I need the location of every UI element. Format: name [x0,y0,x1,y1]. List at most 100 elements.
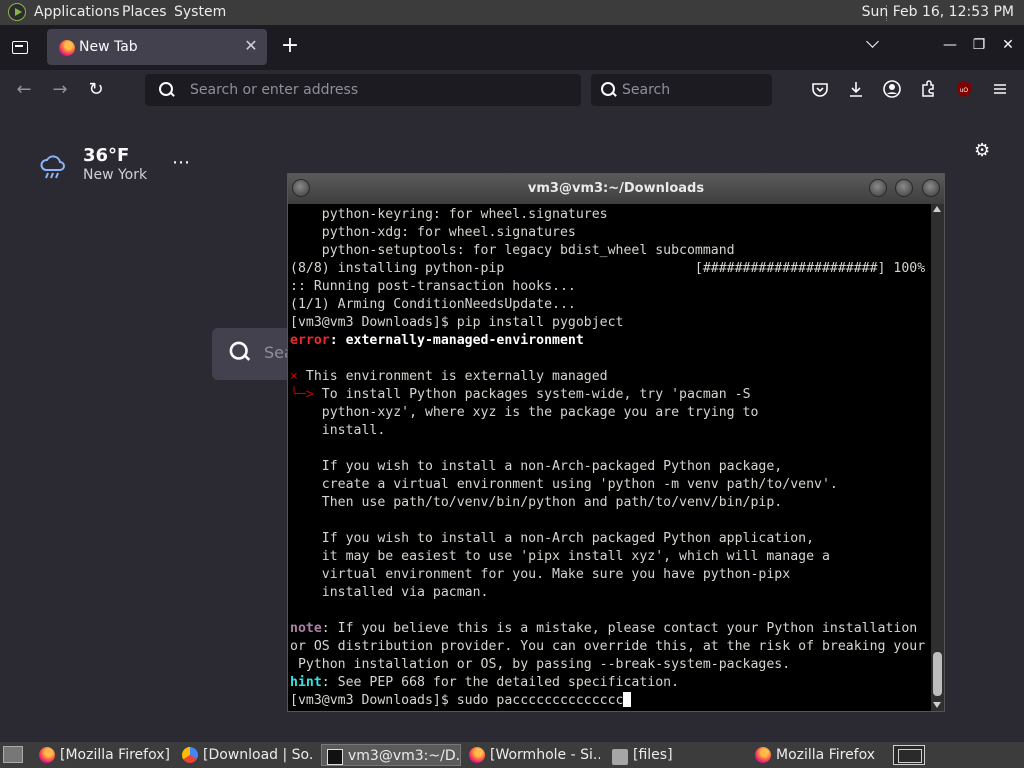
clock[interactable]: Sun Feb 16, 12:53 PM [862,4,1014,20]
svg-text:uO: uO [960,88,968,94]
downloads-icon[interactable] [846,79,866,99]
scroll-up-arrow-icon[interactable] [933,206,941,212]
search-icon [601,82,617,98]
taskbar-item-label: Mozilla Firefox [776,747,876,763]
terminal-text: To install Python packages system-wide, … [313,387,751,402]
new-tab-button[interactable]: + [280,34,300,58]
firefox-icon [39,747,55,763]
pocket-icon[interactable] [810,79,830,99]
terminal-line: If you wish to install a non-Arch packag… [290,530,930,548]
terminal-text: hint [290,675,322,690]
terminal-titlebar[interactable]: vm3@vm3:~/Downloads [288,174,944,204]
terminal-text: : externally-managed-environment [329,333,584,348]
maximize-button[interactable] [895,179,913,197]
terminal-line: it may be easiest to use 'pipx install x… [290,548,930,566]
terminal-line: ╰─> To install Python packages system-wi… [290,386,930,404]
terminal-line: create a virtual environment using 'pyth… [290,476,930,494]
search-bar[interactable]: Search [591,74,772,106]
system-menu[interactable]: System [174,4,226,20]
applications-menu[interactable]: Applications [34,4,120,20]
terminal-text: (1/1) Arming ConditionNeedsUpdate... [290,297,576,312]
tab-new-tab[interactable]: New Tab ✕ [47,29,267,65]
terminal-text: If you wish to install a non-Arch-packag… [290,459,783,474]
terminal-output[interactable]: python-keyring: for wheel.signatures pyt… [289,204,931,710]
terminal-line: python-xdg: for wheel.signatures [290,224,930,242]
extensions-icon[interactable] [918,79,938,99]
terminal-text: python-xdg: for wheel.signatures [290,225,576,240]
browser-navbar: ← → ↻ Search or enter address Search uO [0,70,1024,110]
terminal-text: [vm3@vm3 Downloads]$ pip install pygobje… [290,315,624,330]
taskbar-item[interactable]: [Wormhole - Si... [464,744,600,766]
terminal-text: ╰─> [290,387,314,402]
taskbar-item[interactable]: [Download | So... [177,744,313,766]
show-desktop-button[interactable] [3,746,23,763]
distro-logo-icon[interactable] [8,3,26,21]
search-bar-placeholder: Search [622,82,671,98]
restore-button[interactable]: ❐ [971,37,987,53]
terminal-line: python-xyz', where xyz is the package yo… [290,404,930,422]
tab-list-icon[interactable] [10,37,30,57]
taskbar-item-label: [files] [633,747,673,763]
terminal-icon [327,749,343,765]
terminal-scrollbar[interactable] [931,204,944,711]
terminal-text: install. [290,423,386,438]
terminal-window[interactable]: vm3@vm3:~/Downloads python-keyring: for … [287,173,945,712]
chevron-down-icon[interactable] [866,37,880,51]
taskbar-item-label: [Mozilla Firefox] [60,747,170,763]
taskbar-item[interactable]: Mozilla Firefox [750,744,886,766]
terminal-title: vm3@vm3:~/Downloads [527,181,705,196]
terminal-text: If you wish to install a non-Arch packag… [290,531,815,546]
taskbar-item-label: [Download | So... [203,747,313,763]
close-window-button[interactable]: ✕ [1000,37,1016,53]
terminal-text: installed via pacman. [290,585,489,600]
workspace-switcher[interactable] [893,745,925,765]
weather-temperature: 36°F [83,145,130,166]
terminal-line: If you wish to install a non-Arch-packag… [290,458,930,476]
forward-icon[interactable]: → [49,79,71,101]
folder-icon [612,749,628,765]
terminal-lines: python-keyring: for wheel.signatures pyt… [290,206,930,710]
weather-more-button[interactable]: ⋯ [172,152,191,173]
terminal-line: :: Running post-transaction hooks... [290,278,930,296]
terminal-line: hint: See PEP 668 for the detailed speci… [290,674,930,692]
search-icon [229,341,251,363]
firefox-icon [469,747,485,763]
menu-icon[interactable] [990,79,1010,99]
terminal-text: create a virtual environment using 'pyth… [290,477,838,492]
terminal-text: : See PEP 668 for the detailed specifica… [321,675,680,690]
places-menu[interactable]: Places [122,4,167,20]
taskbar-item[interactable]: [files] [607,744,743,766]
terminal-text: This environment is externally managed [297,369,608,384]
close-tab-icon[interactable]: ✕ [243,38,259,54]
minimize-button[interactable]: — [942,37,958,53]
terminal-text: Python installation or OS, by passing --… [290,657,791,672]
close-button[interactable] [922,179,940,197]
url-bar-placeholder: Search or enter address [190,82,359,98]
tab-label: New Tab [79,39,138,55]
terminal-text: error [290,333,330,348]
top-panel: Applications Places System Sun Feb 16, 1… [0,0,1024,25]
terminal-text: python-xyz', where xyz is the package yo… [290,405,759,420]
terminal-text: python-setuptools: for legacy bdist_whee… [290,243,735,258]
firefox-icon [755,747,771,763]
back-icon[interactable]: ← [13,79,35,101]
minimize-button[interactable] [869,179,887,197]
reload-icon[interactable]: ↻ [85,79,107,101]
scroll-down-arrow-icon[interactable] [933,702,941,708]
scrollbar-thumb[interactable] [933,652,942,696]
ublock-icon[interactable]: uO [954,79,974,99]
terminal-text: : If you believe this is a mistake, plea… [321,621,918,636]
taskbar-item-label: vm3@vm3:~/D... [348,748,461,764]
terminal-text: or OS distribution provider. You can ove… [290,639,926,654]
account-icon[interactable] [882,79,902,99]
taskbar-item[interactable]: [Mozilla Firefox] [34,744,170,766]
terminal-line: Then use path/to/venv/bin/python and pat… [290,494,930,512]
terminal-text: (8/8) installing python-pip [###########… [290,261,926,276]
url-bar[interactable]: Search or enter address [145,74,581,106]
gear-icon[interactable]: ⚙ [974,142,992,160]
taskbar-item-label: [Wormhole - Si... [490,747,600,763]
taskbar-item[interactable]: vm3@vm3:~/D... [321,744,461,766]
